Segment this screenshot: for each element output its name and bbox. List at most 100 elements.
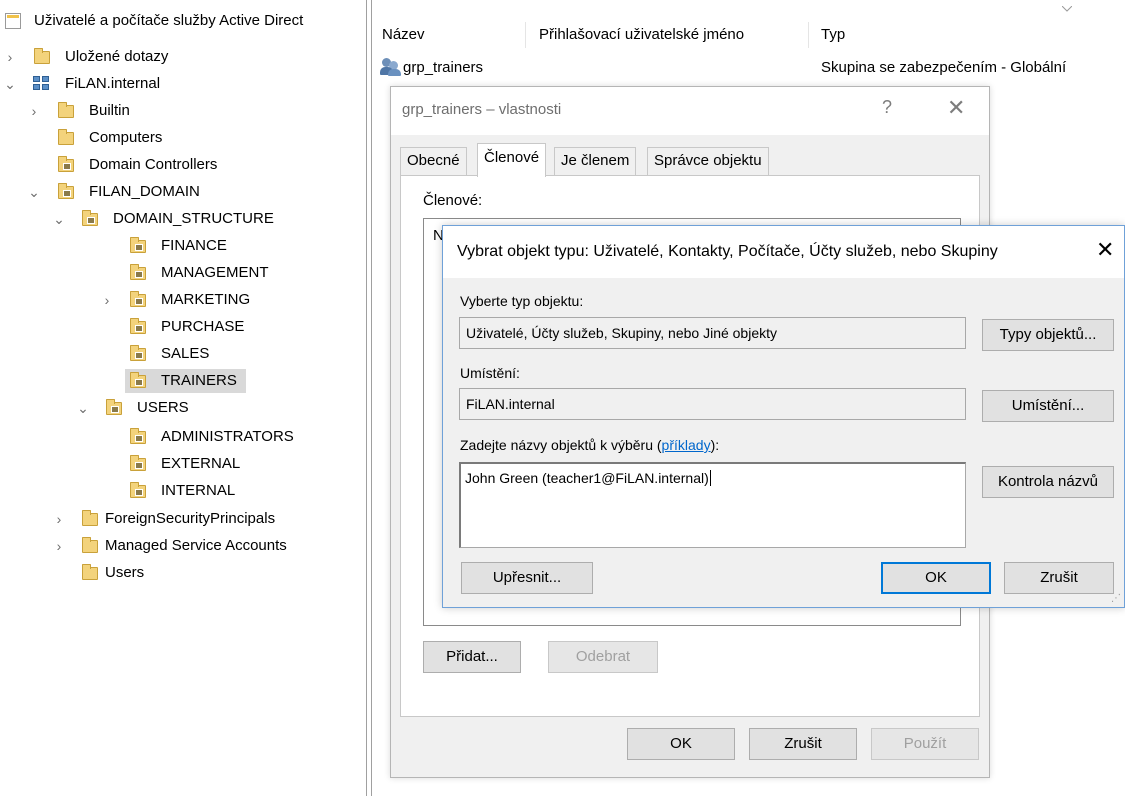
chevron-down-icon[interactable]: ⌄ bbox=[52, 206, 66, 232]
tree-item-sales[interactable]: SALES bbox=[0, 341, 366, 367]
tab-managed-by[interactable]: Správce objektu bbox=[647, 147, 769, 175]
tree-item-saved-queries[interactable]: › Uložené dotazy bbox=[0, 44, 366, 70]
object-types-button[interactable]: Typy objektů... bbox=[982, 319, 1114, 351]
tree-item-management[interactable]: MANAGEMENT bbox=[0, 260, 366, 286]
tab-general[interactable]: Obecné bbox=[400, 147, 467, 175]
tree-item-label: INTERNAL bbox=[161, 482, 236, 499]
tree-item-domain[interactable]: ⌄ FiLAN.internal bbox=[0, 71, 366, 97]
domain-icon bbox=[33, 76, 51, 92]
tree-item-external[interactable]: EXTERNAL bbox=[0, 451, 366, 477]
tree-item-purchase[interactable]: PURCHASE bbox=[0, 314, 366, 340]
tree-item-domain-structure[interactable]: ⌄ DOMAIN_STRUCTURE bbox=[0, 206, 366, 232]
tree-item-label: MANAGEMENT bbox=[161, 264, 269, 281]
close-icon[interactable]: ✕ bbox=[1096, 237, 1114, 263]
chevron-right-icon[interactable]: › bbox=[52, 506, 66, 532]
tree-item-label: Managed Service Accounts bbox=[105, 537, 287, 554]
tree-item-root[interactable]: Uživatelé a počítače služby Active Direc… bbox=[0, 8, 366, 34]
tree-item-marketing[interactable]: › MARKETING bbox=[0, 287, 366, 313]
object-type-label: Vyberte typ objektu: bbox=[460, 293, 584, 309]
sort-indicator-icon bbox=[1062, 6, 1072, 12]
chevron-down-icon[interactable]: ⌄ bbox=[27, 179, 41, 205]
chevron-right-icon[interactable]: › bbox=[52, 533, 66, 559]
select-objects-dialog: Vybrat objekt typu: Uživatelé, Kontakty,… bbox=[442, 225, 1125, 608]
tree-item-label: USERS bbox=[137, 399, 189, 416]
tree-item-label: EXTERNAL bbox=[161, 455, 241, 472]
chevron-right-icon[interactable]: › bbox=[27, 98, 41, 124]
tree-item-foreign-security-principals[interactable]: › ForeignSecurityPrincipals bbox=[0, 506, 366, 532]
location-label: Umístění: bbox=[460, 365, 520, 381]
resize-grip-icon[interactable]: ⋰ bbox=[1111, 594, 1123, 606]
examples-link[interactable]: příklady bbox=[662, 437, 711, 453]
tree-item-trainers[interactable]: TRAINERS bbox=[0, 368, 366, 394]
tree-item-domain-controllers[interactable]: Domain Controllers bbox=[0, 152, 366, 178]
locations-button[interactable]: Umístění... bbox=[982, 390, 1114, 422]
check-names-button[interactable]: Kontrola názvů bbox=[982, 466, 1114, 498]
remove-member-button[interactable]: Odebrat bbox=[548, 641, 658, 673]
tree-item-internal[interactable]: INTERNAL bbox=[0, 478, 366, 504]
tree-item-label: FILAN_DOMAIN bbox=[89, 183, 200, 200]
ou-folder-icon bbox=[130, 428, 146, 444]
ok-button[interactable]: OK bbox=[881, 562, 991, 594]
dialog-titlebar[interactable]: Vybrat objekt typu: Uživatelé, Kontakty,… bbox=[443, 226, 1124, 278]
column-header-name[interactable]: Název bbox=[382, 22, 425, 48]
ok-button[interactable]: OK bbox=[627, 728, 735, 760]
snapin-icon bbox=[5, 13, 21, 29]
chevron-down-icon[interactable]: ⌄ bbox=[76, 395, 90, 421]
tree-item-label: Builtin bbox=[89, 102, 130, 119]
folder-icon bbox=[82, 537, 98, 553]
tree-item-label: MARKETING bbox=[161, 291, 251, 308]
tree-item-filan-domain[interactable]: ⌄ FILAN_DOMAIN bbox=[0, 179, 366, 205]
chevron-right-icon[interactable]: › bbox=[100, 287, 114, 313]
folder-icon bbox=[34, 48, 50, 64]
help-icon[interactable]: ? bbox=[882, 97, 892, 118]
chevron-down-icon[interactable]: ⌄ bbox=[3, 71, 17, 97]
ou-folder-icon bbox=[130, 482, 146, 498]
object-names-label-suffix: ): bbox=[710, 437, 720, 453]
column-header-login[interactable]: Přihlašovací uživatelské jméno bbox=[539, 22, 744, 48]
ou-folder-icon bbox=[106, 399, 122, 415]
object-type-field: Uživatelé, Účty služeb, Skupiny, nebo Ji… bbox=[459, 317, 966, 349]
ou-folder-icon bbox=[130, 291, 146, 307]
tree-item-label: ADMINISTRATORS bbox=[161, 428, 294, 445]
dialog-titlebar[interactable]: grp_trainers – vlastnosti ? ✕ bbox=[391, 87, 989, 135]
object-names-label-prefix: Zadejte názvy objektů k výběru ( bbox=[460, 437, 662, 453]
tree-item-computers[interactable]: Computers bbox=[0, 125, 366, 151]
tree-item-label: Domain Controllers bbox=[89, 156, 218, 173]
tab-members[interactable]: Členové bbox=[477, 143, 547, 177]
dialog-title: grp_trainers – vlastnosti bbox=[402, 101, 562, 118]
advanced-button[interactable]: Upřesnit... bbox=[461, 562, 593, 594]
location-field: FiLAN.internal bbox=[459, 388, 966, 420]
tree-item-managed-service-accounts[interactable]: › Managed Service Accounts bbox=[0, 533, 366, 559]
row-type: Skupina se zabezpečením - Globální bbox=[821, 59, 1067, 76]
ou-folder-icon bbox=[58, 156, 74, 172]
chevron-right-icon[interactable]: › bbox=[3, 44, 17, 70]
tree-item-users[interactable]: Users bbox=[0, 560, 366, 586]
row-name: grp_trainers bbox=[403, 59, 484, 76]
tree-item-builtin[interactable]: › Builtin bbox=[0, 98, 366, 124]
tree-item-users-ou[interactable]: ⌄ USERS bbox=[0, 395, 366, 421]
console-tree: Uživatelé a počítače služby Active Direc… bbox=[0, 0, 366, 796]
ou-folder-icon bbox=[58, 183, 74, 199]
folder-icon bbox=[58, 129, 74, 145]
ou-folder-icon bbox=[130, 237, 146, 253]
table-row[interactable]: grp_trainers Skupina se zabezpečením - G… bbox=[372, 55, 1125, 81]
column-separator[interactable] bbox=[808, 22, 809, 48]
column-header-type[interactable]: Typ bbox=[821, 22, 845, 48]
apply-button[interactable]: Použít bbox=[871, 728, 979, 760]
cancel-button[interactable]: Zrušit bbox=[1004, 562, 1114, 594]
column-separator[interactable] bbox=[525, 22, 526, 48]
ou-folder-icon bbox=[130, 318, 146, 334]
object-names-label: Zadejte názvy objektů k výběru (příklady… bbox=[460, 437, 719, 453]
members-label: Členové: bbox=[423, 192, 483, 209]
tree-item-label: FINANCE bbox=[161, 237, 227, 254]
add-member-button[interactable]: Přidat... bbox=[423, 641, 521, 673]
tab-member-of[interactable]: Je členem bbox=[554, 147, 637, 175]
close-icon[interactable]: ✕ bbox=[947, 95, 965, 121]
folder-icon bbox=[58, 102, 74, 118]
tree-item-administrators[interactable]: ADMINISTRATORS bbox=[0, 424, 366, 450]
tree-item-finance[interactable]: FINANCE bbox=[0, 233, 366, 259]
tree-item-label: TRAINERS bbox=[161, 372, 237, 389]
object-names-input[interactable]: John Green (teacher1@FiLAN.internal) bbox=[459, 462, 966, 548]
cancel-button[interactable]: Zrušit bbox=[749, 728, 857, 760]
tree-item-label: ForeignSecurityPrincipals bbox=[105, 510, 276, 527]
